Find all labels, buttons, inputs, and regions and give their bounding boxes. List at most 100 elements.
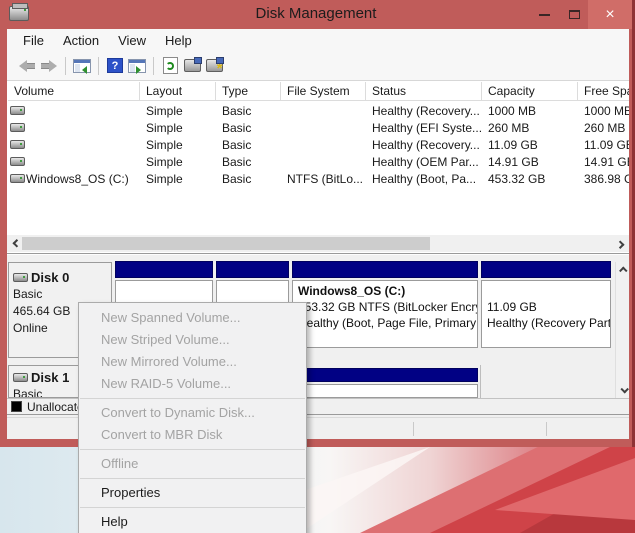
disk0-partition-recovery[interactable]: 11.09 GB Healthy (Recovery Part [481,255,611,351]
cell-free: 14.91 GB [584,155,629,169]
cell-layout: Simple [146,104,183,118]
cell-free: 1000 MB [584,104,629,118]
titlebar[interactable]: Disk Management × [0,0,632,29]
cell-capacity: 14.91 GB [488,155,539,169]
column-header-volume[interactable]: Volume [8,82,140,101]
menu-item-convert-to-dynamic-disk[interactable]: Convert to Dynamic Disk... [79,402,306,424]
forward-button[interactable] [38,55,60,77]
table-row[interactable]: Simple Basic Healthy (Recovery... 11.09 … [7,137,629,154]
disk0-partition-windows8-os[interactable]: Windows8_OS (C:) 453.32 GB NTFS (BitLock… [292,255,478,351]
rescan-disks-button[interactable]: * [203,55,225,77]
column-header-capacity[interactable]: Capacity [482,82,578,101]
scroll-right-button[interactable] [612,235,629,252]
horizontal-scrollbar[interactable] [7,235,629,252]
column-header-type[interactable]: Type [216,82,281,101]
cell-status: Healthy (Boot, Pa... [372,172,477,186]
table-row[interactable]: Simple Basic Healthy (OEM Par... 14.91 G… [7,154,629,171]
table-row[interactable]: Windows8_OS (C:) Simple Basic NTFS (BitL… [7,171,629,188]
scroll-down-button[interactable] [616,382,629,398]
volume-icon [10,140,25,149]
forward-icon [39,59,59,73]
disk1-name: Disk 1 [31,370,70,385]
cell-capacity: 1000 MB [488,104,537,118]
volume-list: Volume Layout Type File System Status Ca… [7,81,629,253]
cell-file-system: NTFS (BitLo... [287,172,364,186]
disk-icon [13,273,28,282]
menu-file[interactable]: File [15,31,52,50]
cell-type: Basic [222,172,252,186]
menu-item-offline[interactable]: Offline [79,453,306,475]
disk-icon [13,373,28,382]
refresh-icon [162,57,178,74]
menu-action[interactable]: Action [55,31,107,50]
close-button[interactable]: × [588,0,632,29]
chevron-up-icon [618,266,628,275]
column-header-free-space[interactable]: Free Space [578,82,629,101]
partition-header [115,261,213,278]
menu-view[interactable]: View [110,31,154,50]
rescan-disks-icon: * [205,57,224,76]
column-header-layout[interactable]: Layout [140,82,216,101]
disk0-type: Basic [13,287,43,301]
screen: Disk Management × File Action View Help … [0,0,635,533]
menu-item-new-striped-volume[interactable]: New Striped Volume... [79,329,306,351]
cell-type: Basic [222,155,252,169]
cell-status: Healthy (Recovery... [372,138,480,152]
disk-properties-button[interactable] [181,55,203,77]
cell-capacity: 260 MB [488,121,530,135]
menu-separator [80,507,305,508]
scrollbar-thumb[interactable] [22,237,430,250]
volume-icon [10,174,25,183]
maximize-button[interactable] [560,0,588,29]
column-header-status[interactable]: Status [366,82,482,101]
action-pane-button[interactable] [126,55,148,77]
menu-item-help[interactable]: Help [79,511,306,533]
menu-item-properties[interactable]: Properties [79,482,306,504]
volume-icon [10,123,25,132]
vertical-scrollbar[interactable] [615,262,629,398]
partition-header [216,261,289,278]
chevron-left-icon [11,238,21,248]
partition-size-fs: 453.32 GB NTFS (BitLocker Encry [298,300,478,314]
menu-item-new-mirrored-volume[interactable]: New Mirrored Volume... [79,351,306,373]
partition-header [292,261,478,278]
help-icon: ? [107,58,123,73]
cell-type: Basic [222,138,252,152]
partition-header [481,261,611,278]
disk0-name: Disk 0 [31,270,70,285]
cell-free: 260 MB [584,121,626,135]
scroll-up-button[interactable] [616,262,629,278]
menu-separator [80,449,305,450]
column-header-file-system[interactable]: File System [281,82,366,101]
cell-type: Basic [222,121,252,135]
cell-layout: Simple [146,172,183,186]
console-tree-icon [73,58,91,74]
cell-status: Healthy (Recovery... [372,104,480,118]
disk1-area-boundary [480,365,481,398]
cell-capacity: 11.09 GB [488,138,538,152]
cell-layout: Simple [146,155,183,169]
refresh-button[interactable] [159,55,181,77]
close-icon: × [605,5,615,23]
cell-status: Healthy (EFI Syste... [372,121,482,135]
cell-layout: Simple [146,121,183,135]
table-row[interactable]: Simple Basic Healthy (Recovery... 1000 M… [7,103,629,120]
menu-help[interactable]: Help [157,31,200,50]
cell-free: 11.09 GB [584,138,629,152]
status-separator [413,422,414,436]
back-button[interactable] [16,55,38,77]
menu-item-convert-to-mbr-disk[interactable]: Convert to MBR Disk [79,424,306,446]
partition-label: Windows8_OS (C:) [298,284,406,298]
volume-icon [10,157,25,166]
minimize-button[interactable] [528,0,560,29]
window-border-left [0,29,7,447]
menu-item-new-raid5-volume[interactable]: New RAID-5 Volume... [79,373,306,395]
partition-body: Windows8_OS (C:) 453.32 GB NTFS (BitLock… [292,280,478,348]
menu-item-new-spanned-volume[interactable]: New Spanned Volume... [79,307,306,329]
console-tree-button[interactable] [71,55,93,77]
action-pane-icon [128,58,146,74]
table-row[interactable]: Simple Basic Healthy (EFI Syste... 260 M… [7,120,629,137]
cell-status: Healthy (OEM Par... [372,155,479,169]
help-button[interactable]: ? [104,55,126,77]
disk-properties-icon [183,57,202,72]
